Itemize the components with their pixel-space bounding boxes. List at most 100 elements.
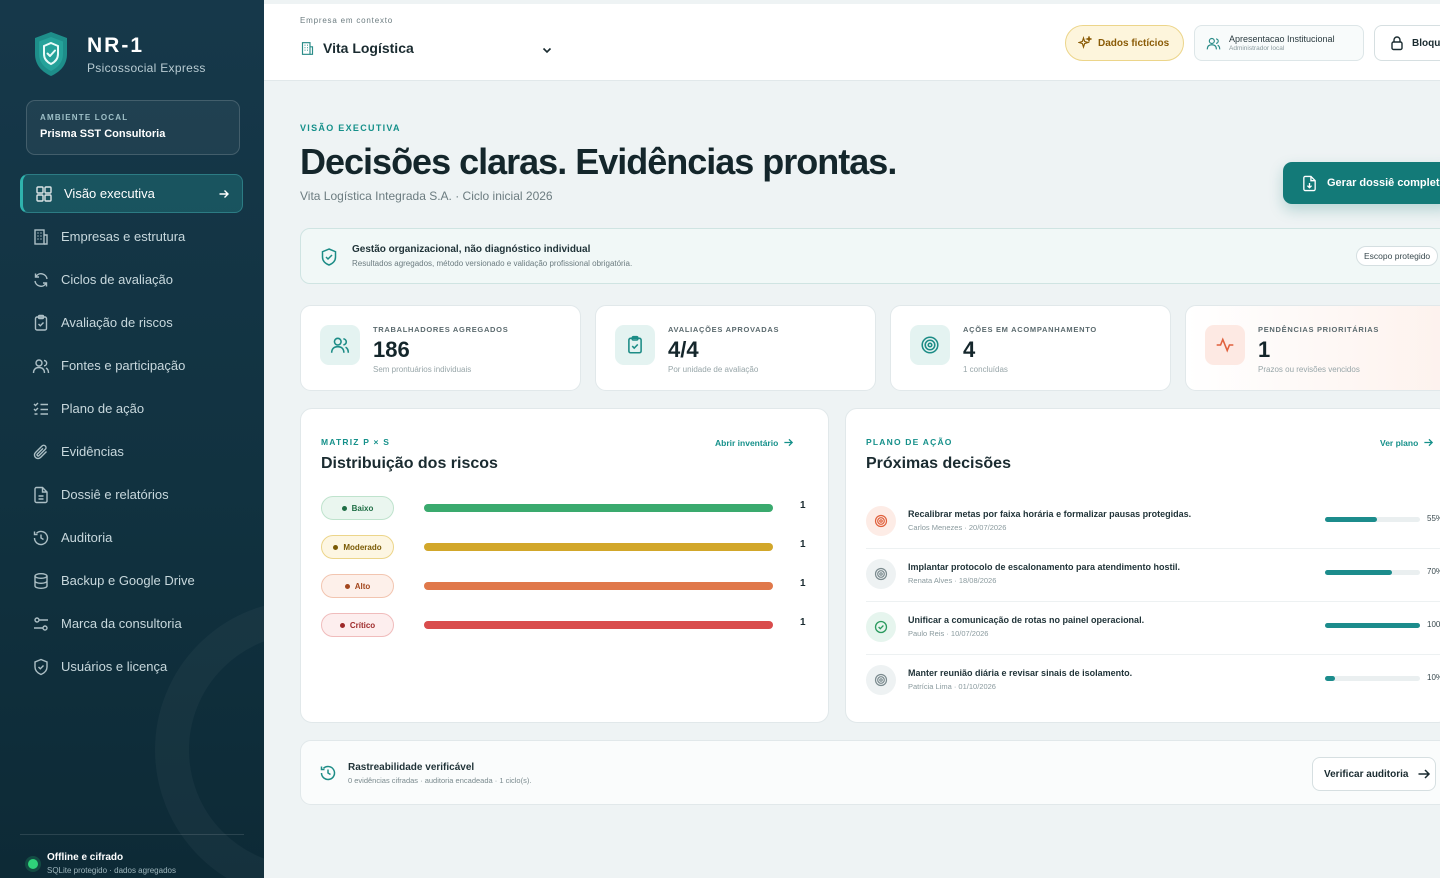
clipboard-check-icon <box>628 335 642 354</box>
context-label: Empresa em contexto <box>300 16 394 25</box>
building-icon <box>34 228 48 245</box>
risk-level-dot <box>333 544 339 550</box>
kpi-sub: Prazos ou revisões vencidos <box>1258 365 1360 374</box>
action-status-icon-box <box>866 559 896 589</box>
risk-level-dot <box>341 505 347 511</box>
brand[interactable]: NR-1 Psicossocial Express <box>32 30 206 78</box>
risk-bar-track <box>424 504 773 512</box>
status-title: Offline e cifrado <box>47 852 124 863</box>
risk-row[interactable]: Crítico 1 <box>321 613 811 637</box>
activity-icon <box>1216 337 1234 353</box>
sidebar-item-avaliacao[interactable]: Avaliação de riscos <box>20 303 243 342</box>
sidebar-item-visao-executiva[interactable]: Visão executiva <box>20 174 243 213</box>
generate-dossier-label: Gerar dossiê completo <box>1327 177 1440 189</box>
verify-audit-button[interactable]: Verificar auditoria <box>1312 757 1436 791</box>
sidebar-status: Offline e cifrado SQLite protegido · dad… <box>20 834 244 875</box>
users-icon <box>330 337 350 353</box>
sidebar-item-label: Backup e Google Drive <box>61 573 195 588</box>
clipboard-check-icon <box>34 314 48 331</box>
risk-level-badge: Alto <box>321 574 394 598</box>
action-plan-card: PLANO DE AÇÃO Próximas decisões Ver plan… <box>845 408 1440 723</box>
card-eyebrow: MATRIZ P × S <box>321 437 391 447</box>
action-title: Unificar a comunicação de rotas no paine… <box>908 615 1145 625</box>
sidebar-item-label: Empresas e estrutura <box>61 229 186 244</box>
demo-data-badge[interactable]: Dados fictícios <box>1065 25 1184 61</box>
file-export-icon <box>1303 175 1316 191</box>
sidebar-item-label: Usuários e licença <box>61 659 168 674</box>
sidebar-item-fontes[interactable]: Fontes e participação <box>20 346 243 385</box>
company-selector[interactable]: Vita Logística <box>300 40 414 56</box>
action-progress-label: 10% <box>1427 673 1440 682</box>
sidebar-item-marca[interactable]: Marca da consultoria <box>20 604 243 643</box>
environment-card[interactable]: AMBIENTE LOCAL Prisma SST Consultoria <box>26 100 240 155</box>
page-title: Decisões claras. Evidências prontas. <box>300 141 897 182</box>
open-inventory-link[interactable]: Abrir inventário <box>715 437 794 448</box>
sidebar-item-plano[interactable]: Plano de ação <box>20 389 243 428</box>
risk-level-dot <box>344 583 350 589</box>
sidebar-item-empresas[interactable]: Empresas e estrutura <box>20 217 243 256</box>
action-item[interactable]: Recalibrar metas por faixa horária e for… <box>866 496 1440 549</box>
sidebar: NR-1 Psicossocial Express AMBIENTE LOCAL… <box>0 0 264 878</box>
action-meta: Renata Alves · 18/08/2026 <box>908 576 997 585</box>
arrow-right-icon <box>219 190 229 198</box>
sidebar-item-dossie[interactable]: Dossiê e relatórios <box>20 475 243 514</box>
view-plan-link[interactable]: Ver plano <box>1380 437 1434 448</box>
history-icon <box>33 530 49 545</box>
kpi-sub: Por unidade de avaliação <box>668 365 759 374</box>
chevron-down-icon[interactable] <box>541 44 553 56</box>
action-progress-label: 55% <box>1427 514 1440 523</box>
lock-button-label: Bloquear <box>1412 37 1440 49</box>
sidebar-item-label: Plano de ação <box>61 401 145 416</box>
sidebar-item-label: Auditoria <box>61 530 113 545</box>
kpi-card-assessments[interactable]: AVALIAÇÕES APROVADAS 4/4 Por unidade de … <box>595 305 876 391</box>
users-icon <box>1206 37 1221 49</box>
risk-level-badge: Crítico <box>321 613 394 637</box>
action-item[interactable]: Implantar protocolo de escalonamento par… <box>866 549 1440 602</box>
action-item[interactable]: Manter reunião diária e revisar sinais d… <box>866 655 1440 708</box>
action-progress-fill <box>1325 570 1392 575</box>
kpi-card-workers[interactable]: TRABALHADORES AGREGADOS 186 Sem prontuár… <box>300 305 581 391</box>
topbar: Empresa em contexto Vita Logística Dados… <box>264 4 1440 81</box>
kpi-label: AVALIAÇÕES APROVADAS <box>668 325 780 334</box>
sidebar-item-ciclos[interactable]: Ciclos de avaliação <box>20 260 243 299</box>
kpi-value: 186 <box>373 337 410 362</box>
sidebar-item-usuarios[interactable]: Usuários e licença <box>20 647 243 686</box>
history-icon <box>320 765 336 781</box>
risk-row[interactable]: Alto 1 <box>321 574 811 598</box>
kpi-card-pending[interactable]: PENDÊNCIAS PRIORITÁRIAS 1 Prazos ou revi… <box>1185 305 1440 391</box>
notice-title: Gestão organizacional, não diagnóstico i… <box>352 244 591 255</box>
target-icon <box>874 514 888 528</box>
list-check-icon <box>33 402 48 415</box>
risk-row[interactable]: Baixo 1 <box>321 496 811 520</box>
action-title: Implantar protocolo de escalonamento par… <box>908 562 1181 572</box>
sidebar-nav: Visão executiva Empresas e estrutura Cic… <box>20 174 243 690</box>
check-circle-icon <box>874 620 888 634</box>
kpi-card-actions[interactable]: AÇÕES EM ACOMPANHAMENTO 4 1 concluídas <box>890 305 1171 391</box>
sidebar-item-label: Avaliação de riscos <box>61 315 173 330</box>
action-progress-fill <box>1325 623 1420 628</box>
lock-button[interactable]: Bloquear <box>1374 25 1440 61</box>
kpi-icon-box <box>910 325 950 365</box>
kpi-value: 4 <box>963 337 976 362</box>
generate-dossier-button[interactable]: Gerar dossiê completo <box>1283 162 1440 204</box>
action-title: Recalibrar metas por faixa horária e for… <box>908 509 1192 519</box>
risk-row[interactable]: Moderado 1 <box>321 535 811 559</box>
shield-check-icon <box>34 658 48 675</box>
company-name: Vita Logística <box>323 40 414 56</box>
sparkles-icon <box>1078 36 1092 49</box>
user-menu[interactable]: Apresentacao Institucional Administrador… <box>1194 25 1364 61</box>
sliders-icon <box>34 616 48 631</box>
kpi-icon-box <box>615 325 655 365</box>
action-item[interactable]: Unificar a comunicação de rotas no paine… <box>866 602 1440 655</box>
app-name: NR-1 <box>87 33 145 57</box>
sidebar-item-backup[interactable]: Backup e Google Drive <box>20 561 243 600</box>
sidebar-item-evidencias[interactable]: Evidências <box>20 432 243 471</box>
sidebar-item-auditoria[interactable]: Auditoria <box>20 518 243 557</box>
action-progress-bar <box>1325 623 1420 628</box>
arrow-right-icon <box>784 438 794 447</box>
building-icon <box>301 41 314 55</box>
arrow-right-icon <box>1424 438 1434 447</box>
database-icon <box>34 572 48 589</box>
kpi-sub: Sem prontuários individuais <box>373 365 472 374</box>
card-eyebrow: PLANO DE AÇÃO <box>866 437 953 447</box>
